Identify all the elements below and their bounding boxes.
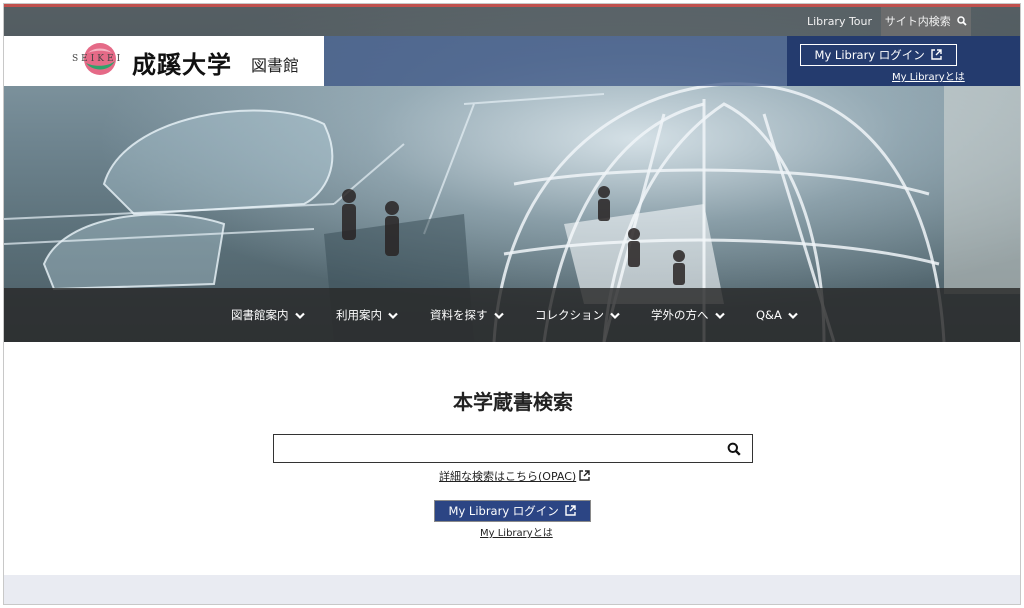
mylibrary-about-link-main[interactable]: My Libraryとは <box>480 524 553 539</box>
nav-item-collection[interactable]: コレクション <box>535 288 620 342</box>
library-tour-link[interactable]: Library Tour <box>807 7 872 36</box>
mylibrary-login-button[interactable]: My Library ログイン <box>800 44 957 66</box>
nav-item-external-users[interactable]: 学外の方へ <box>651 288 725 342</box>
page-frame: Library Tour サイト内検索 SEIKEI 成蹊大学 図書館 My L… <box>3 3 1021 605</box>
mylibrary-login-label: My Library ログイン <box>448 504 559 518</box>
search-icon[interactable] <box>727 442 741 456</box>
mylibrary-login-label: My Library ログイン <box>814 48 925 62</box>
nav-label: コレクション <box>535 308 604 322</box>
chevron-down-icon <box>493 312 504 319</box>
nav-label: 資料を探す <box>430 308 488 322</box>
main-nav <box>4 288 1020 342</box>
mylibrary-login-button-main[interactable]: My Library ログイン <box>434 500 591 522</box>
search-section-title: 本学蔵書検索 <box>453 390 573 414</box>
nav-item-find-materials[interactable]: 資料を探す <box>430 288 504 342</box>
catalog-search-input[interactable] <box>273 434 753 463</box>
nav-item-library-guide[interactable]: 図書館案内 <box>231 288 305 342</box>
nav-label: 学外の方へ <box>651 308 709 322</box>
external-link-icon <box>931 49 943 60</box>
nav-label: 図書館案内 <box>231 308 289 322</box>
site-search-label: サイト内検索 <box>884 15 951 28</box>
nav-label: 利用案内 <box>336 308 382 322</box>
opac-advanced-search-link[interactable]: 詳細な検索はこちら(OPAC) <box>439 468 590 484</box>
chevron-down-icon <box>788 312 798 319</box>
nav-item-usage-guide[interactable]: 利用案内 <box>336 288 398 342</box>
opac-link-label: 詳細な検索はこちら(OPAC) <box>439 470 577 483</box>
chevron-down-icon <box>714 312 725 319</box>
footer-strip <box>4 575 1020 604</box>
chevron-down-icon <box>610 312 620 319</box>
logo-university-name: 成蹊大学 <box>132 51 232 79</box>
site-logo[interactable]: SEIKEI 成蹊大学 図書館 <box>4 36 324 86</box>
chevron-down-icon <box>388 312 398 319</box>
nav-label: Q&A <box>756 308 782 322</box>
logo-roman-text: SEIKEI <box>72 54 124 64</box>
site-search-button[interactable]: サイト内検索 <box>881 7 971 36</box>
external-link-icon <box>565 505 577 516</box>
nav-item-qa[interactable]: Q&A <box>756 288 798 342</box>
external-link-icon <box>579 470 590 481</box>
logo-library-name: 図書館 <box>251 56 300 75</box>
mylibrary-about-link[interactable]: My Libraryとは <box>892 68 965 83</box>
chevron-down-icon <box>294 312 305 319</box>
search-icon <box>957 16 967 26</box>
